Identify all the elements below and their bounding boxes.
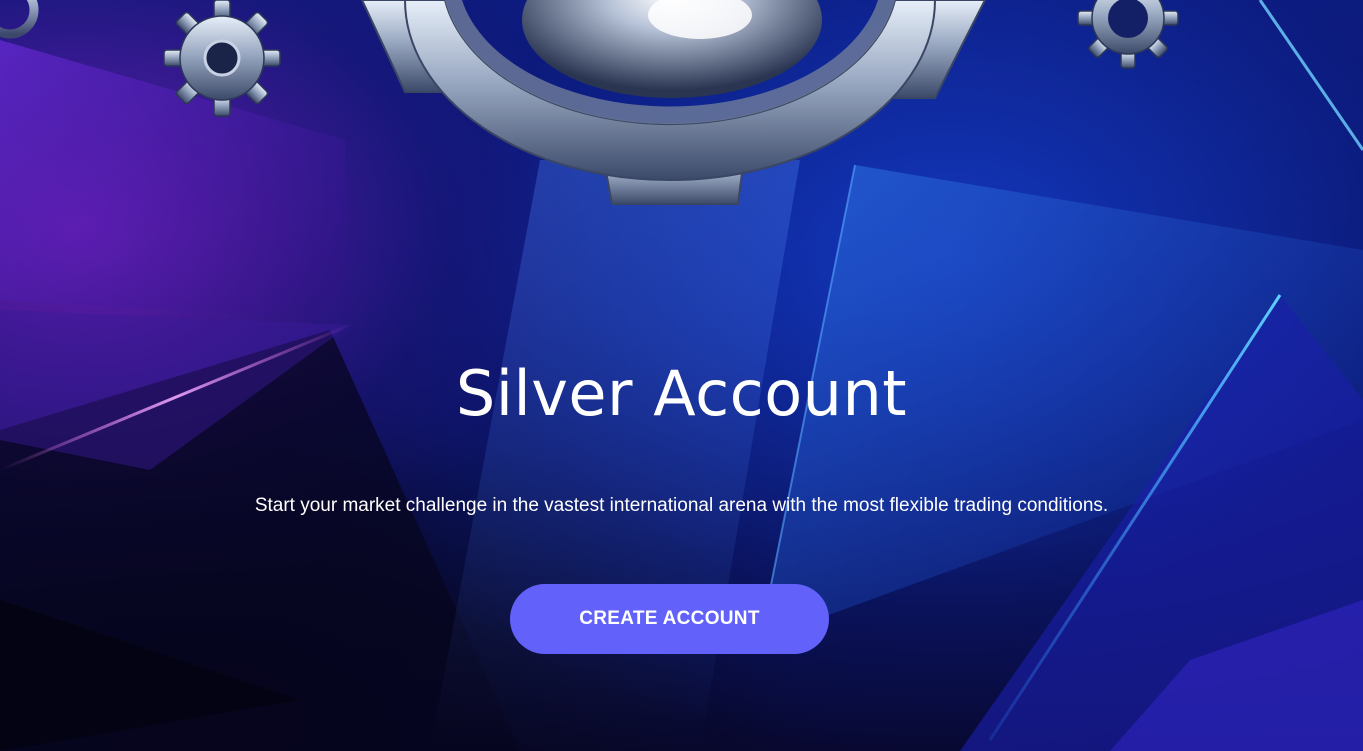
gear-icon-corner — [0, 0, 39, 39]
gear-icon-left — [163, 0, 281, 117]
create-account-button[interactable]: CREATE ACCOUNT — [510, 584, 829, 654]
gear-icon-right — [1077, 0, 1179, 69]
page-title: Silver Account — [455, 357, 908, 430]
hero-subtitle: Start your market challenge in the vaste… — [254, 495, 1109, 516]
hero-section: Silver Account Start your market challen… — [0, 0, 1363, 751]
